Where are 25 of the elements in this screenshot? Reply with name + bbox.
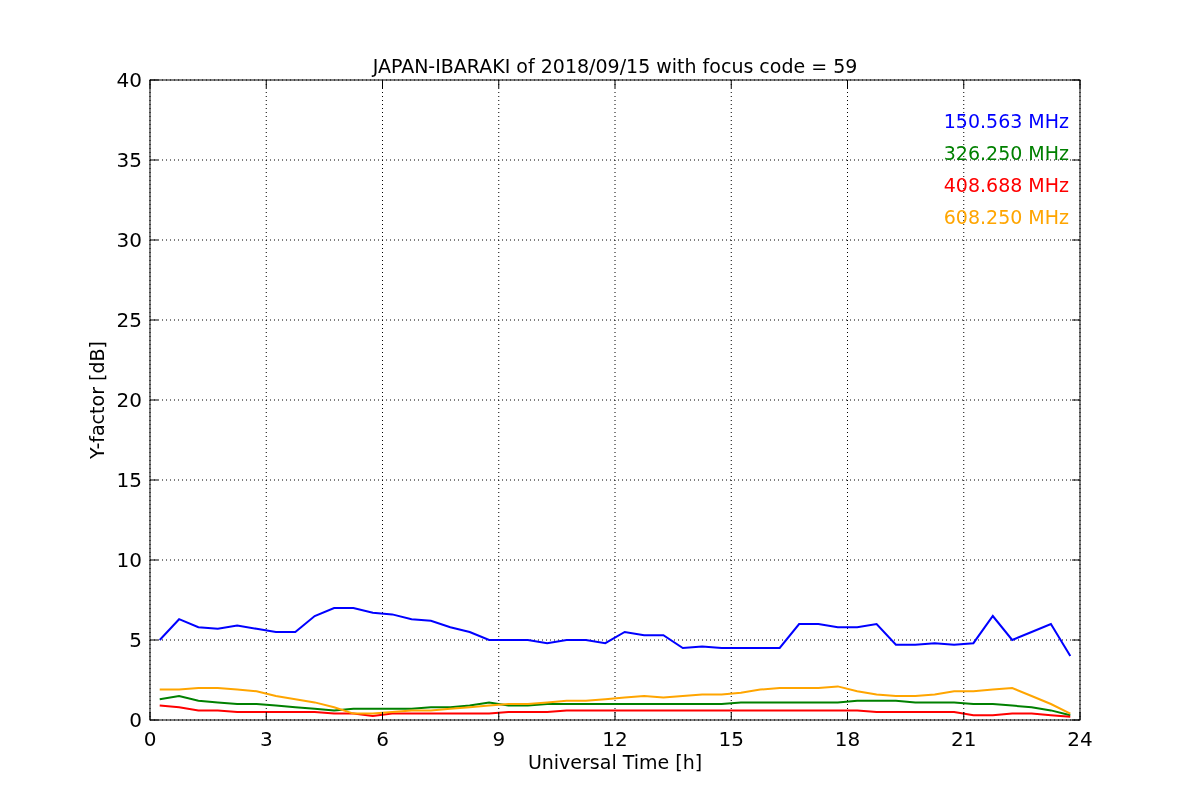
tick-label: 30	[116, 228, 142, 252]
tick-label: 35	[116, 148, 142, 172]
tick-label: 10	[116, 548, 142, 572]
y-axis-title: Y-factor [dB]	[86, 341, 108, 459]
legend-label: 326.250 MHz	[943, 142, 1069, 164]
tick-label: 20	[116, 388, 142, 412]
tick-label: 12	[602, 727, 628, 751]
x-axis-title: Universal Time [h]	[527, 751, 703, 773]
legend-label: 608.250 MHz	[943, 206, 1069, 228]
tick-label: 25	[116, 308, 142, 332]
tick-label: 15	[718, 727, 744, 751]
legend-label: 408.688 MHz	[943, 174, 1069, 196]
tick-label: 21	[951, 727, 977, 751]
tick-label: 5	[129, 628, 142, 652]
tick-label: 9	[492, 727, 506, 751]
tick-label: 40	[116, 68, 142, 92]
tick-label: 6	[376, 727, 389, 751]
tick-label: 18	[834, 727, 861, 751]
chart-title: JAPAN-IBARAKI of 2018/09/15 with focus code = 59	[372, 55, 858, 77]
tick-label: 24	[1067, 727, 1093, 751]
tick-label: 0	[129, 708, 142, 732]
tick-label: 15	[116, 468, 142, 492]
tick-label: 3	[259, 727, 273, 751]
tick-label: 0	[143, 727, 157, 751]
legend-label: 150.563 MHz	[943, 110, 1069, 132]
